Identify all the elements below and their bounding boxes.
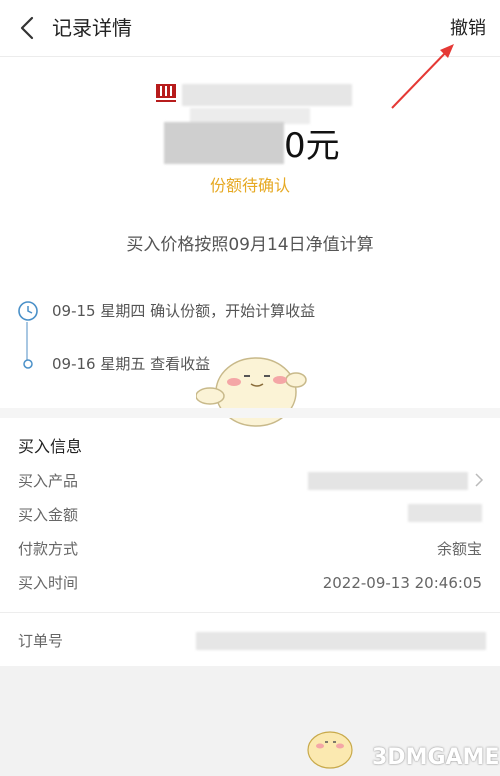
amount-value-redacted [408,504,482,522]
amount-redacted [164,122,284,164]
dot-icon [23,359,33,369]
payment-method-value: 余额宝 [436,540,482,558]
fund-logo-icon [156,84,176,102]
watermark-text: 3DMGAME [372,745,500,770]
section-gap [0,408,500,418]
divider [0,612,500,613]
row-label-payment: 付款方式 [18,540,79,558]
watermark-mascot-icon [307,731,353,769]
fund-name-redacted [182,84,352,106]
back-chevron-icon[interactable] [14,14,42,42]
chevron-right-icon[interactable] [474,472,484,488]
page-title: 记录详情 [52,16,132,40]
order-number-label: 订单号 [18,632,64,650]
section-title: 买入信息 [18,437,83,456]
clock-icon [18,301,38,321]
timeline-item: 09-16 星期五 查看收益 [52,355,211,373]
timeline-item: 09-15 星期四 确认份额，开始计算收益 [52,302,316,320]
amount-suffix: 0元 [284,126,340,166]
price-note: 买入价格按照09月14日净值计算 [126,235,374,255]
row-label-amount: 买入金额 [18,506,79,524]
order-number-redacted [196,632,486,650]
annotation-arrow-icon [391,44,454,109]
row-label-product: 买入产品 [18,472,79,490]
status-text: 份额待确认 [209,176,290,195]
product-value-redacted[interactable] [308,472,468,490]
cancel-button[interactable]: 撤销 [450,16,486,42]
purchase-time-value: 2022-09-13 20:46:05 [322,574,482,592]
row-label-time: 买入时间 [18,574,79,592]
